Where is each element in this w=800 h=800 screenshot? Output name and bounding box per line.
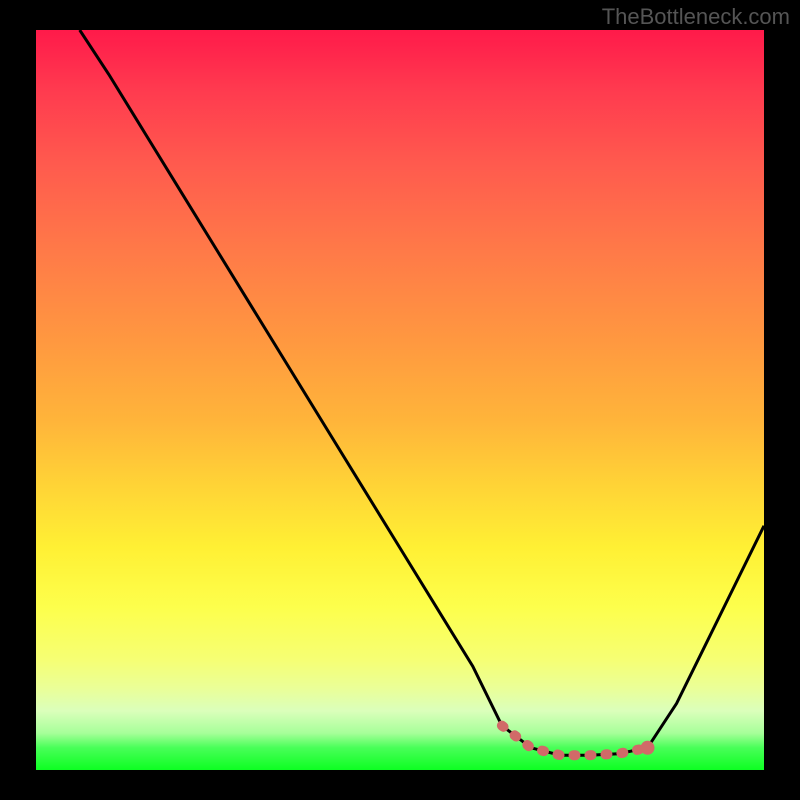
chart-svg <box>36 30 764 770</box>
chart-container: TheBottleneck.com <box>0 0 800 800</box>
bottleneck-curve-line <box>80 30 764 755</box>
watermark-text: TheBottleneck.com <box>602 4 790 30</box>
